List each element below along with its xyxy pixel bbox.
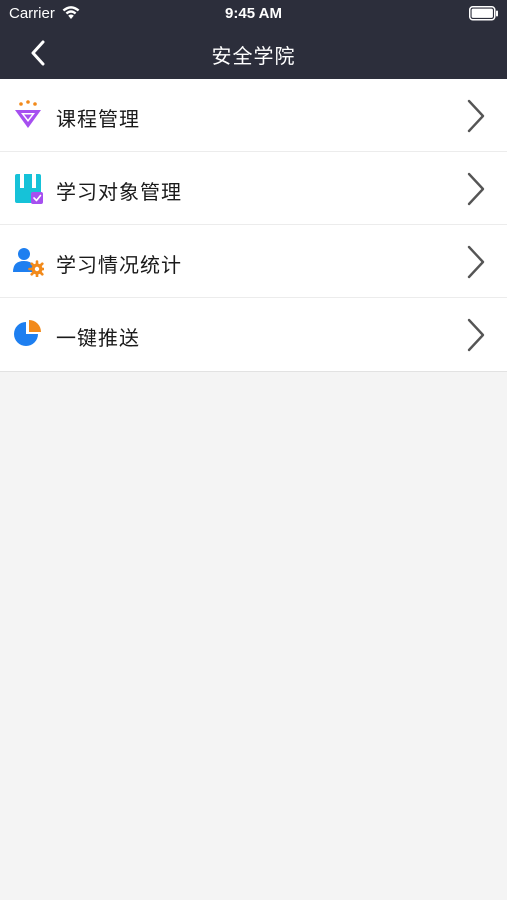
app-header: Carrier 9:45 AM 安全学院	[0, 0, 507, 79]
menu-item-learning-statistics[interactable]: 学习情况统计	[0, 225, 507, 298]
user-settings-icon	[13, 248, 44, 277]
status-time: 9:45 AM	[225, 5, 282, 22]
menu-item-one-click-push[interactable]: 一键推送	[0, 298, 507, 371]
chevron-right-icon	[467, 99, 485, 133]
chevron-right-icon	[467, 172, 485, 206]
battery-icon	[469, 6, 498, 21]
status-bar: Carrier 9:45 AM	[0, 0, 507, 28]
page-title: 安全学院	[211, 44, 296, 68]
menu-item-label: 学习对象管理	[56, 180, 182, 204]
menu-item-label: 学习情况统计	[56, 253, 182, 277]
book-icon	[15, 174, 43, 204]
menu-list: 课程管理 学习对象管理 学习情况统计 一键推送	[0, 79, 507, 372]
menu-item-learning-object-management[interactable]: 学习对象管理	[0, 152, 507, 225]
menu-item-label: 课程管理	[56, 107, 140, 131]
diamond-icon	[15, 100, 41, 128]
chevron-right-icon	[467, 318, 485, 352]
pie-chart-icon	[14, 320, 41, 346]
menu-item-course-management[interactable]: 课程管理	[0, 79, 507, 152]
nav-bar: 安全学院	[0, 28, 507, 79]
menu-item-label: 一键推送	[56, 326, 140, 350]
chevron-right-icon	[467, 245, 485, 279]
